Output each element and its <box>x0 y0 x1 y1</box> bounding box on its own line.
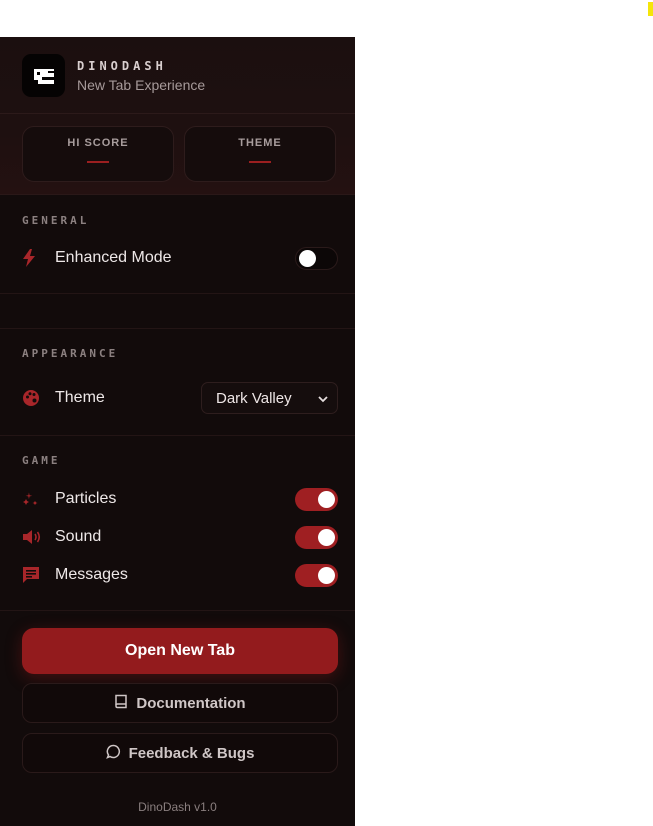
sound-toggle[interactable] <box>295 525 338 549</box>
messages-row: Messages <box>22 561 338 589</box>
particles-row: Particles <box>22 485 338 513</box>
enhanced-mode-row: Enhanced Mode <box>22 244 338 272</box>
particles-label: Particles <box>55 490 117 507</box>
documentation-button[interactable]: Documentation <box>22 683 338 723</box>
hi-score-label: HI SCORE <box>67 137 129 149</box>
enhanced-mode-toggle[interactable] <box>295 246 338 270</box>
app-name: DINODASH <box>77 59 167 73</box>
popup-panel: DINODASH New Tab Experience HI SCORE THE… <box>0 37 355 826</box>
divider <box>0 435 355 436</box>
particles-toggle[interactable] <box>295 487 338 511</box>
toggle-knob <box>318 566 335 584</box>
theme-stat-label: THEME <box>238 137 282 149</box>
toggle-knob <box>299 249 316 267</box>
chat-bubble-icon <box>105 744 121 763</box>
palette-icon <box>22 388 46 408</box>
messages-toggle[interactable] <box>295 563 338 587</box>
section-appearance-heading: APPEARANCE <box>22 347 119 360</box>
sparkles-icon <box>22 489 46 509</box>
yellow-marker <box>648 2 653 16</box>
feedback-button[interactable]: Feedback & Bugs <box>22 733 338 773</box>
sound-label: Sound <box>55 528 102 545</box>
theme-select-value: Dark Valley <box>216 389 292 407</box>
feedback-label: Feedback & Bugs <box>128 744 255 762</box>
chevron-down-icon <box>317 392 329 409</box>
message-icon <box>22 565 46 585</box>
dino-logo-icon <box>22 54 65 97</box>
bolt-icon <box>22 248 46 268</box>
open-new-tab-button[interactable]: Open New Tab <box>22 628 338 674</box>
toggle-knob <box>318 490 335 508</box>
speaker-icon <box>22 527 46 547</box>
enhanced-mode-label: Enhanced Mode <box>55 249 172 266</box>
theme-label: Theme <box>55 389 105 406</box>
toggle-knob <box>318 528 335 546</box>
divider <box>0 293 355 294</box>
header-divider <box>0 113 355 114</box>
divider <box>0 610 355 611</box>
sound-row: Sound <box>22 523 338 551</box>
section-game-heading: GAME <box>22 454 61 467</box>
documentation-label: Documentation <box>136 694 246 712</box>
hi-score-value <box>87 161 109 163</box>
version-text: DinoDash v1.0 <box>138 800 217 814</box>
theme-row: Theme Dark Valley <box>22 382 338 414</box>
messages-label: Messages <box>55 566 128 583</box>
book-icon <box>114 694 128 713</box>
theme-stat-value <box>249 161 271 163</box>
divider <box>0 328 355 329</box>
app-subtitle: New Tab Experience <box>77 77 206 93</box>
section-general-heading: GENERAL <box>22 214 90 227</box>
header: DINODASH New Tab Experience HI SCORE THE… <box>0 37 355 195</box>
theme-card: THEME <box>184 126 336 182</box>
theme-select[interactable]: Dark Valley <box>201 382 338 414</box>
hi-score-card: HI SCORE <box>22 126 174 182</box>
